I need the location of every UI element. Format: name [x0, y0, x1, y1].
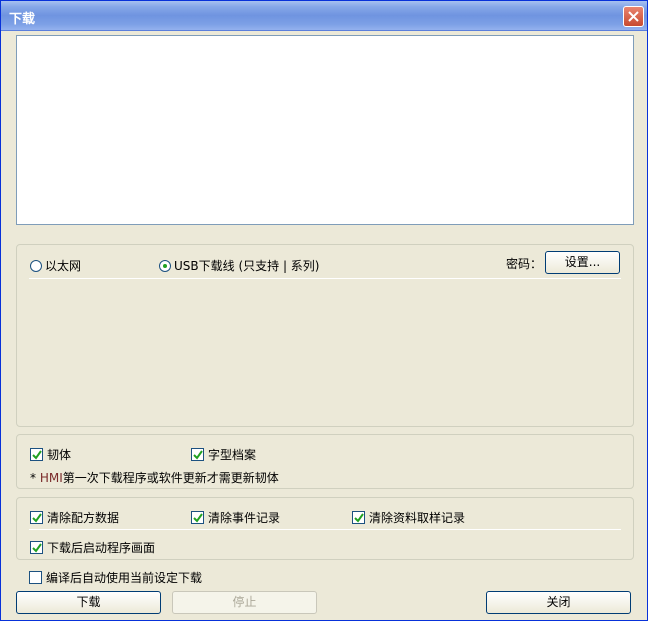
- divider: [29, 278, 621, 279]
- auto-use-settings-label: 编译后自动使用当前设定下载: [46, 571, 203, 585]
- connection-group: 以太网 USB下载线 (只支持 | 系列) 密码： 设置...: [16, 244, 634, 427]
- clear-events-label: 清除事件记录: [208, 511, 281, 525]
- title-bar[interactable]: 下载: [1, 1, 647, 31]
- radio-circle: [30, 259, 42, 272]
- checkmark-icon: [354, 513, 364, 523]
- download-button[interactable]: 下载: [16, 591, 161, 614]
- close-icon: [628, 11, 639, 22]
- firmware-note: * HMI第一次下载程序或软件更新才需更新韧体: [30, 469, 279, 486]
- note-hmi: HMI: [39, 471, 63, 485]
- clear-recipe-label: 清除配方数据: [47, 511, 120, 525]
- checkbox-box: [29, 571, 42, 584]
- firmware-group: 韧体 字型档案 * HMI第一次下载程序或软件更新才需更新韧体: [16, 434, 634, 489]
- checkbox-box: [30, 541, 43, 554]
- font-file-label: 字型档案: [208, 448, 257, 462]
- firmware-checkbox[interactable]: 韧体: [30, 446, 71, 463]
- checkmark-icon: [32, 450, 42, 460]
- close-button[interactable]: 关闭: [486, 591, 631, 614]
- checkbox-box: [352, 511, 365, 524]
- note-text: 第一次下载程序或软件更新才需更新韧体: [62, 471, 279, 485]
- font-file-checkbox[interactable]: 字型档案: [191, 446, 256, 463]
- radio-circle-selected: [159, 259, 171, 272]
- checkmark-icon: [193, 450, 203, 460]
- checkbox-box: [30, 511, 43, 524]
- note-prefix: *: [30, 471, 40, 485]
- ethernet-label: 以太网: [45, 259, 82, 273]
- clear-sampling-label: 清除资料取样记录: [369, 511, 466, 525]
- download-dialog: 下载 以太网 USB下载线 (只支持 | 系列) 密码： 设置... 韧体 字型…: [0, 0, 648, 621]
- start-after-download-label: 下载后启动程序画面: [47, 541, 156, 555]
- clear-events-checkbox[interactable]: 清除事件记录: [191, 509, 280, 526]
- close-window-button[interactable]: [623, 6, 644, 27]
- checkmark-icon: [32, 513, 42, 523]
- clear-options-group: 清除配方数据 清除事件记录 清除资料取样记录 下载后启动程序画面: [16, 497, 634, 560]
- checkbox-box: [191, 448, 204, 461]
- usb-radio[interactable]: USB下载线 (只支持 | 系列): [159, 257, 319, 274]
- clear-recipe-checkbox[interactable]: 清除配方数据: [30, 509, 119, 526]
- stop-button[interactable]: 停止: [172, 591, 317, 614]
- password-label: 密码：: [506, 257, 543, 271]
- password-settings-button[interactable]: 设置...: [545, 251, 620, 274]
- checkmark-icon: [193, 513, 203, 523]
- divider: [29, 529, 621, 530]
- auto-use-settings-checkbox[interactable]: 编译后自动使用当前设定下载: [29, 569, 202, 586]
- checkmark-icon: [32, 543, 42, 553]
- firmware-label: 韧体: [47, 448, 72, 462]
- checkbox-box: [191, 511, 204, 524]
- usb-label: USB下载线 (只支持 | 系列): [174, 259, 320, 273]
- window-title: 下载: [9, 12, 36, 27]
- ethernet-radio[interactable]: 以太网: [30, 257, 81, 274]
- clear-sampling-checkbox[interactable]: 清除资料取样记录: [352, 509, 465, 526]
- start-after-download-checkbox[interactable]: 下载后启动程序画面: [30, 539, 155, 556]
- download-log-area[interactable]: [16, 35, 634, 225]
- checkbox-box: [30, 448, 43, 461]
